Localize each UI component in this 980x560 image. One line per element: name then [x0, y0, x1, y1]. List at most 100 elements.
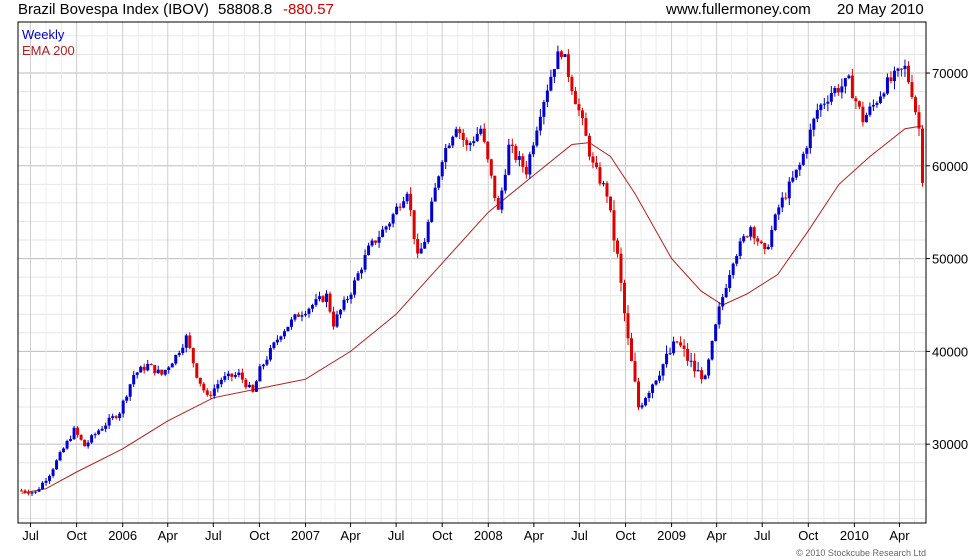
candle-body: [651, 384, 655, 393]
candle-body: [160, 369, 164, 375]
candle-body: [454, 129, 458, 137]
candle-body: [665, 353, 669, 365]
weekly-candle: [833, 85, 837, 97]
weekly-candle: [766, 244, 770, 250]
candle-body: [738, 241, 742, 257]
candle-body: [447, 145, 451, 148]
candle-body: [398, 206, 402, 208]
candle-body: [556, 51, 560, 70]
candle-body: [156, 369, 160, 374]
candle-body: [714, 324, 718, 341]
candle-body: [34, 491, 38, 493]
weekly-candle: [153, 364, 157, 376]
candle-body: [286, 326, 290, 332]
weekly-candle: [714, 323, 718, 342]
candle-body: [97, 430, 101, 435]
candle-body: [784, 197, 788, 199]
candle-body: [342, 299, 346, 310]
weekly-candle: [447, 142, 451, 149]
weekly-candle: [563, 54, 567, 58]
weekly-candle: [44, 477, 48, 486]
candle-body: [479, 128, 483, 134]
candle-body: [619, 253, 623, 283]
x-tick-label: Jul: [754, 528, 771, 543]
candle-body: [819, 104, 823, 111]
candle-body: [163, 370, 167, 375]
weekly-candle: [717, 302, 721, 329]
x-tick-label: Apr: [524, 528, 545, 543]
candle-body: [637, 381, 641, 408]
weekly-candle: [801, 151, 805, 166]
candle-body: [672, 341, 676, 354]
weekly-candle: [756, 235, 760, 246]
candle-body: [580, 110, 584, 119]
weekly-candle: [686, 343, 690, 366]
weekly-candle: [665, 345, 669, 368]
candle-body: [500, 190, 504, 210]
candle-body: [798, 164, 802, 170]
x-tick-label: 2008: [474, 528, 503, 543]
candle-body: [524, 166, 528, 175]
candle-body: [805, 148, 809, 154]
weekly-candle: [65, 439, 69, 450]
weekly-candle: [637, 377, 641, 411]
candle-body: [489, 159, 493, 176]
candle-body: [412, 210, 416, 239]
candle-body: [107, 417, 111, 426]
weekly-candle: [296, 312, 300, 317]
weekly-candle: [658, 370, 662, 384]
ema200-line: [21, 125, 923, 494]
weekly-candle: [875, 100, 879, 108]
weekly-candle: [328, 291, 332, 314]
candle-body: [917, 112, 921, 129]
candle-body: [279, 336, 283, 340]
candle-body: [563, 54, 567, 57]
candle-body: [696, 370, 700, 372]
candle-body: [626, 313, 630, 339]
candle-body: [906, 65, 910, 83]
candle-body: [303, 313, 307, 316]
candle-body: [149, 364, 153, 366]
candle-body: [875, 102, 879, 105]
candle-body: [710, 340, 714, 360]
weekly-candle: [724, 283, 728, 299]
candle-body: [69, 439, 73, 441]
weekly-candle: [195, 362, 199, 379]
weekly-candle: [661, 363, 665, 381]
weekly-candle: [840, 78, 844, 99]
weekly-candle: [146, 359, 150, 372]
weekly-candle: [37, 487, 41, 493]
weekly-candle: [857, 100, 861, 110]
weekly-candle: [619, 247, 623, 292]
candle-body: [388, 223, 392, 227]
weekly-candle: [542, 100, 546, 125]
candle-body: [275, 339, 279, 343]
candle-body: [251, 384, 255, 392]
x-tick-label: Oct: [249, 528, 270, 543]
candle-body: [517, 156, 521, 160]
candle-body: [742, 236, 746, 242]
candle-body: [731, 263, 735, 275]
weekly-candle: [118, 412, 122, 421]
candle-body: [591, 156, 595, 163]
weekly-candle: [83, 439, 87, 447]
weekly-candle: [920, 125, 924, 187]
candle-body: [416, 238, 420, 254]
weekly-candle: [139, 365, 143, 373]
candle-body: [437, 176, 441, 188]
weekly-candle: [310, 303, 314, 313]
candle-body: [496, 198, 500, 210]
weekly-candle: [794, 169, 798, 181]
weekly-candle: [384, 225, 388, 233]
candle-body: [458, 129, 462, 133]
weekly-candle: [728, 270, 732, 292]
weekly-candle: [356, 270, 360, 281]
candle-body: [885, 77, 889, 94]
candle-body: [812, 118, 816, 130]
weekly-candle: [524, 161, 528, 179]
candle-body: [86, 442, 90, 447]
candle-body: [847, 75, 851, 79]
candle-body: [41, 482, 45, 490]
candle-body: [584, 118, 588, 136]
candle-body: [426, 221, 430, 243]
